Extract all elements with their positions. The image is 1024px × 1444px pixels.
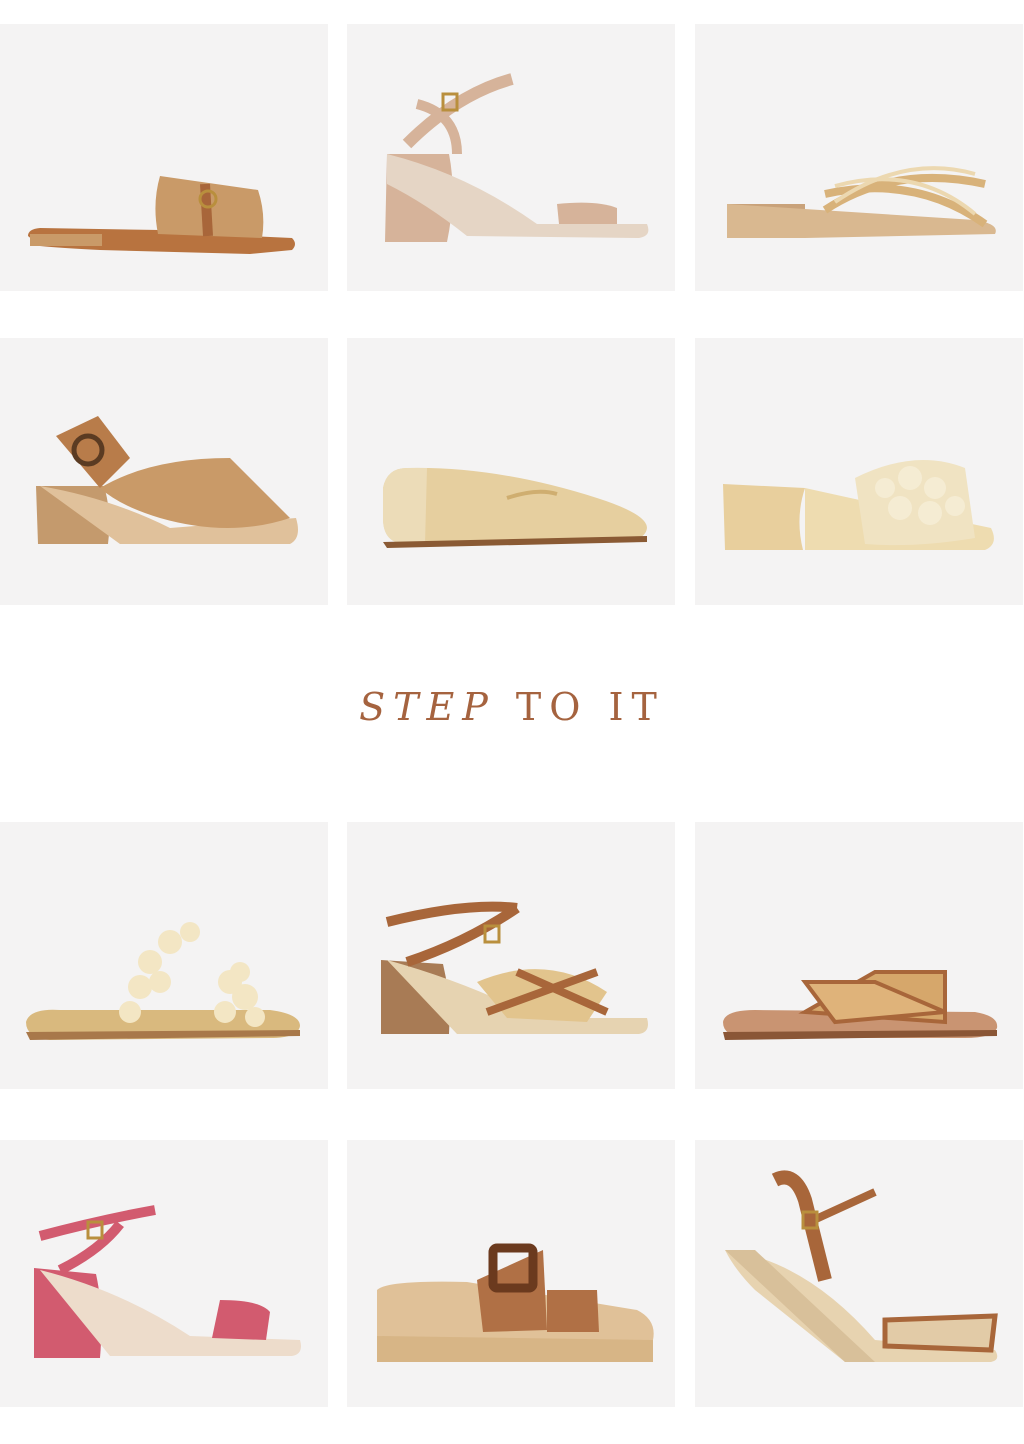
- woven-ballet-flat-icon: [383, 467, 647, 548]
- product-tile-9[interactable]: [695, 822, 1023, 1089]
- product-tile-8[interactable]: [347, 822, 675, 1089]
- pink-suede-heel-sandal-icon: [34, 1205, 301, 1358]
- product-tile-11[interactable]: [347, 1140, 675, 1407]
- product-tile-2[interactable]: [347, 24, 675, 291]
- product-tile-3[interactable]: [695, 24, 1023, 291]
- product-tile-1[interactable]: [0, 24, 328, 291]
- tortoise-buckle-platform-icon: [377, 1243, 654, 1362]
- headline-emphasis: STEP: [359, 685, 496, 729]
- fringe-flat-sandal-icon: [26, 922, 300, 1040]
- fringe-mule-icon: [723, 460, 994, 550]
- cork-crossover-slide-icon: [727, 166, 996, 238]
- page-title: STEP TO IT: [0, 685, 1024, 729]
- product-tile-10[interactable]: [0, 1140, 328, 1407]
- product-tile-7[interactable]: [0, 822, 328, 1089]
- product-tile-5[interactable]: [347, 338, 675, 605]
- leather-raffia-heel-sandal-icon: [381, 901, 648, 1034]
- product-tile-4[interactable]: [0, 338, 328, 605]
- product-tile-12[interactable]: [695, 1140, 1023, 1407]
- espadrille-wedge-sandal-icon: [725, 1170, 998, 1362]
- headline-rest: TO IT: [515, 685, 665, 729]
- block-heel-ankle-strap-sandal-icon: [385, 73, 649, 242]
- cane-crossover-slide-icon: [723, 970, 998, 1040]
- crossover-slingback-sandal-icon: [36, 416, 298, 544]
- raffia-slide-sandal-icon: [28, 176, 295, 254]
- product-tile-6[interactable]: [695, 338, 1023, 605]
